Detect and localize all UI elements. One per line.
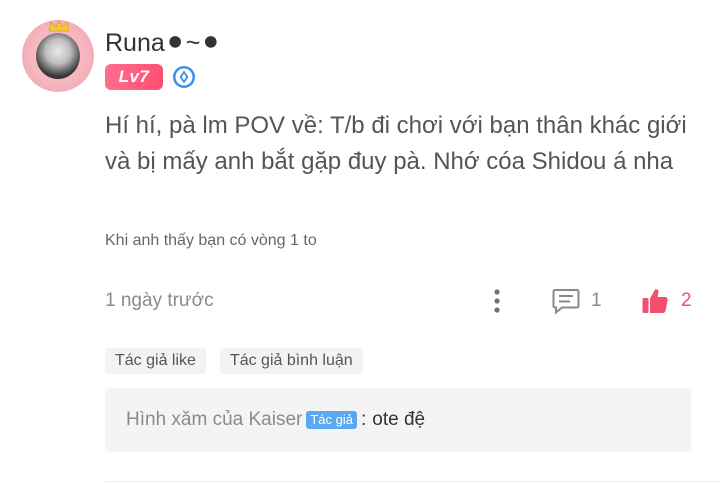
comment-tags: Tác giả like Tác giả bình luận [105,348,377,374]
tag-author-replied: Tác giả bình luận [219,348,363,374]
chapter-reference[interactable]: Khi anh thấy bạn có vòng 1 to [105,231,317,251]
avatar[interactable] [22,20,94,92]
reply-author[interactable]: Hình xăm của Kaiser [126,408,302,432]
like-count: 2 [681,290,692,311]
avatar-image [36,33,80,79]
level-badge: Lv7 [105,64,163,90]
crown-icon [48,20,70,32]
more-vertical-icon[interactable] [489,287,505,315]
tag-author-liked: Tác giả like [105,348,206,374]
author-badge: Tác giả [306,411,357,429]
verified-diamond-icon [173,66,195,88]
comment-actions: 1 ngày trước 1 2 [105,286,695,316]
thumbs-up-icon [642,289,668,313]
reply-line: Hình xăm của Kaiser Tác giả : ote đệ [126,408,425,432]
reply-preview[interactable]: Hình xăm của Kaiser Tác giả : ote đệ [105,388,691,452]
reply-count: 1 [591,290,602,311]
reply-separator: : [361,409,367,430]
user-badges: Lv7 [105,64,196,90]
comment-text: Hí hí, pà lm POV về: T/b đi chơi với bạn… [105,112,687,175]
reply-button[interactable]: 1 [551,286,602,316]
like-button[interactable]: 2 [641,286,692,316]
divider [105,481,720,482]
username[interactable]: Runa⚫~⚫ [105,28,221,58]
reply-text: ote đệ [372,409,426,430]
timestamp: 1 ngày trước [105,290,214,311]
comment-item: Runa⚫~⚫ Lv7 Hí hí, pà lm POV về: T/b đi … [0,0,720,483]
comment-icon [552,289,580,315]
